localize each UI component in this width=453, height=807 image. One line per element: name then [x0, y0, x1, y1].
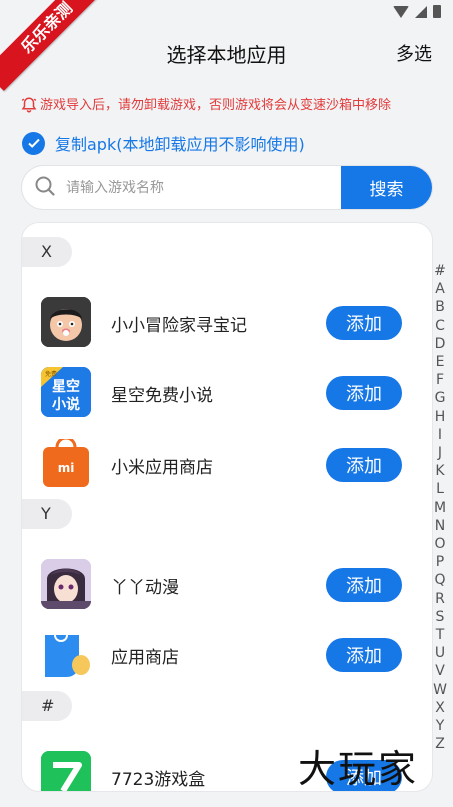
app-name: 小小冒险家寻宝记 [111, 316, 247, 336]
index-letter[interactable]: O [434, 535, 445, 553]
status-icons [393, 5, 441, 18]
index-letter[interactable]: W [433, 681, 447, 699]
multi-select-button[interactable]: 多选 [396, 38, 432, 72]
warning-banner: 游戏导入后，请勿卸载游戏，否则游戏将会从变速沙箱中移除 [20, 94, 439, 113]
index-letter[interactable]: E [436, 353, 445, 371]
index-letter[interactable]: Q [434, 571, 445, 589]
add-button[interactable]: 添加 [326, 306, 402, 340]
index-letter[interactable]: K [435, 462, 444, 480]
index-letter[interactable]: J [438, 444, 442, 462]
section-header-x: X [22, 237, 72, 267]
list-item: 小小冒险家寻宝记 添加 [22, 297, 432, 351]
app-icon-7723-game-box [41, 751, 91, 791]
list-item: 丫丫动漫 添加 [22, 559, 432, 613]
app-icon-yaya-anime [41, 559, 91, 609]
page-title: 选择本地应用 [166, 43, 287, 67]
index-letter[interactable]: D [435, 335, 446, 353]
app-name: 丫丫动漫 [111, 578, 179, 598]
index-letter[interactable]: A [435, 280, 445, 298]
battery-icon [433, 5, 441, 18]
index-letter[interactable]: I [438, 426, 442, 444]
search-button[interactable]: 搜索 [341, 166, 432, 209]
index-letter[interactable]: C [435, 317, 445, 335]
svg-text:小说: 小说 [52, 396, 80, 413]
app-icon-adventure [41, 297, 91, 347]
list-item: 应用商店 添加 [22, 629, 432, 683]
index-letter[interactable]: V [435, 662, 445, 680]
index-letter[interactable]: M [434, 499, 446, 517]
section-header-y: Y [22, 499, 72, 529]
section-header-hash: # [22, 691, 72, 721]
index-letter[interactable]: S [436, 608, 445, 626]
index-letter[interactable]: U [435, 644, 445, 662]
index-letter[interactable]: F [436, 371, 444, 389]
search-bar: 搜索 [21, 165, 433, 210]
index-letter[interactable]: P [436, 553, 444, 571]
signal-icon [415, 5, 427, 18]
app-icon-xingkong-novel: 免费 星空 小说 [41, 367, 91, 417]
index-letter[interactable]: G [435, 389, 446, 407]
index-letter[interactable]: # [434, 262, 446, 280]
app-name: 7723游戏盒 [111, 770, 206, 790]
list-item: 免费 星空 小说 星空免费小说 添加 [22, 367, 432, 421]
index-letter[interactable]: N [435, 517, 445, 535]
watermark-text: 大玩家 [298, 747, 419, 791]
wifi-icon [393, 5, 409, 18]
app-name: 应用商店 [111, 648, 179, 668]
app-icon-mi-store: mi [41, 439, 91, 489]
index-letter[interactable]: L [436, 480, 444, 498]
add-button[interactable]: 添加 [326, 638, 402, 672]
index-letter[interactable]: B [435, 298, 445, 316]
search-input[interactable] [66, 179, 341, 196]
index-letter[interactable]: T [436, 626, 445, 644]
add-button[interactable]: 添加 [326, 568, 402, 602]
checkbox-checked-icon[interactable] [22, 131, 45, 155]
bell-icon [20, 96, 37, 112]
app-name: 小米应用商店 [111, 458, 213, 478]
warning-text: 游戏导入后，请勿卸载游戏，否则游戏将会从变速沙箱中移除 [40, 98, 392, 113]
index-letter[interactable]: Y [436, 717, 445, 735]
add-button[interactable]: 添加 [326, 448, 402, 482]
svg-text:免费: 免费 [45, 370, 57, 378]
index-letter[interactable]: X [435, 699, 445, 717]
add-button[interactable]: 添加 [326, 376, 402, 410]
list-item: mi 小米应用商店 添加 [22, 439, 432, 493]
alphabet-index[interactable]: # A B C D E F G H I J K L M N O P Q R S … [430, 262, 450, 753]
svg-text:星空: 星空 [52, 378, 80, 395]
search-icon [34, 175, 56, 201]
header: 选择本地应用 多选 [0, 38, 453, 72]
index-letter[interactable]: Z [435, 735, 445, 753]
copy-apk-option[interactable]: 复制apk(本地卸载应用不影响使用) [22, 131, 305, 155]
app-name: 星空免费小说 [111, 386, 213, 406]
index-letter[interactable]: H [435, 408, 446, 426]
index-letter[interactable]: R [435, 590, 445, 608]
app-list[interactable]: X 小小冒险家寻宝记 添加 免费 星空 小说 星空免费小说 添加 mi 小米应用商店… [21, 222, 433, 792]
svg-text:mi: mi [58, 461, 75, 475]
app-icon-app-store [41, 629, 91, 679]
search-field-wrap [22, 166, 341, 209]
copy-apk-label: 复制apk(本地卸载应用不影响使用) [55, 135, 305, 154]
